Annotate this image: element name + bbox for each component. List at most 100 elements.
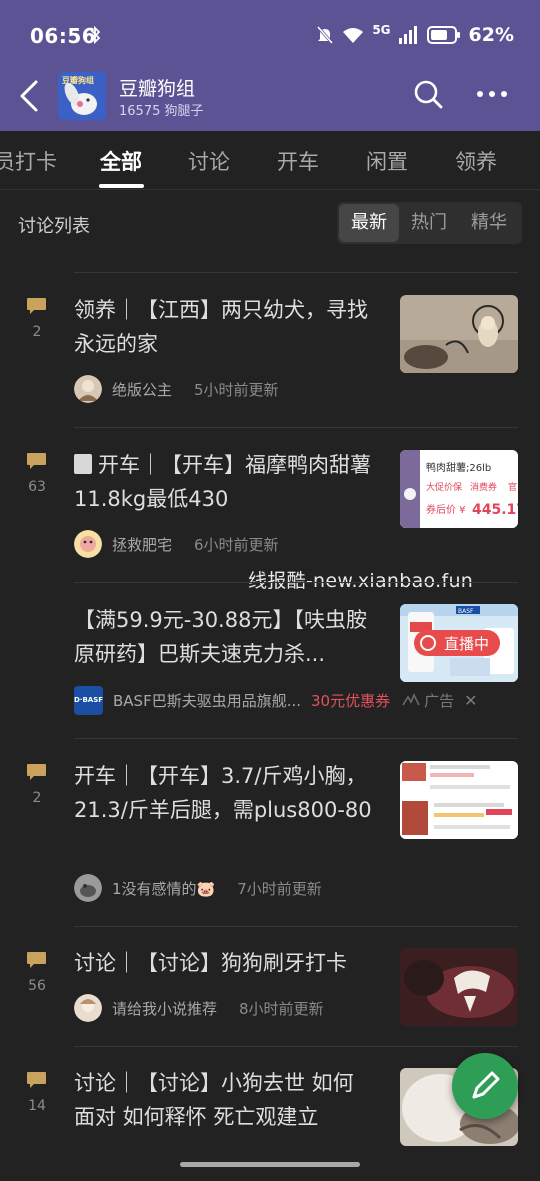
ad-close-icon[interactable]: ✕ [464,691,477,710]
tab-checkin[interactable]: 员打卡 [0,146,57,176]
status-bar: 06:56 5G 62% [0,0,540,72]
post-meta: 拯救肥宅 6小时前更新 [74,529,279,559]
post-title[interactable]: 讨论｜【讨论】小狗去世 如何面对 如何释怀 死亡观建立 [74,1066,374,1134]
watermark: 线报酷-new.xianbao.fun [248,570,474,592]
comment-count: 2 [32,790,42,806]
sort-segmented-control: 最新 热门 精华 [337,202,522,244]
promo-price-label: 券后价 ¥ [426,503,466,516]
signal-icon [398,26,417,44]
member-count: 16575 狗腿子 [119,104,204,119]
post-time: 5小时前更新 [194,380,279,399]
post-meta: 请给我小说推荐 8小时前更新 [74,993,324,1023]
ad-coupon[interactable]: 30元优惠券 [311,690,390,711]
promo-tag-1: 大促价保 [426,481,462,493]
comment-count: 56 [28,978,46,994]
post-title[interactable]: 开车｜【开车】3.7/斤鸡小胸，21.3/斤羊后腿，需plus800-80 [74,759,374,827]
status-right: 5G 62% [316,23,514,46]
user-avatar[interactable] [74,375,102,403]
post-time: 8小时前更新 [239,999,324,1018]
bluetooth-icon [90,26,101,44]
document-icon [74,454,92,474]
sort-latest[interactable]: 最新 [339,204,399,242]
sort-featured[interactable]: 精华 [459,202,519,244]
promo-tag-3: 官 [508,481,517,493]
comment-count: 63 [28,479,46,495]
live-text: 直播中 [444,634,490,653]
product-promo-image: 鸭肉甜薯;26lb 大促价保 消费券 官 券后价 ¥ 445.17 [400,450,518,528]
post-time: 6小时前更新 [194,535,279,554]
post-thumbnail[interactable]: 鸭肉甜薯;26lb 大促价保 消费券 官 券后价 ¥ 445.17 [400,450,518,528]
post-title[interactable]: 领养｜【江西】两只幼犬，寻找永远的家 [74,293,374,361]
group-avatar[interactable]: 豆瓣狗组 [58,72,106,120]
comment-icon [27,764,46,780]
post-meta: 1没有感情的🐷 7小时前更新 [74,873,322,903]
comment-count: 14 [28,1098,46,1114]
tab-all[interactable]: 全部 [100,146,142,176]
home-indicator[interactable] [180,1162,360,1167]
tab-adoption[interactable]: 领养 [455,146,497,176]
comment-count: 2 [32,324,42,340]
list-header: 讨论列表 最新 热门 精华 [0,190,540,256]
list-title: 讨论列表 [18,216,90,237]
puppies-photo [400,295,518,373]
comment-icon [27,952,46,968]
product-list-image [400,761,518,839]
network-label: 5G [372,23,391,37]
post-meta: 绝版公主 5小时前更新 [74,374,279,404]
comment-icon [27,1072,46,1088]
group-header: 豆瓣狗组 豆瓣狗组 16575 狗腿子 [0,68,540,126]
divider [74,272,518,273]
ad-label: 广告 [424,691,455,710]
ad-source-icon [402,693,420,706]
user-avatar[interactable] [74,994,102,1022]
pencil-icon [472,1071,500,1099]
more-options-icon[interactable] [472,78,512,110]
comment-icon [27,453,46,469]
post-author[interactable]: 拯救肥宅 [112,534,172,555]
battery-level: 62% [468,24,514,46]
post-title-text: 开车｜【开车】福摩鸭肉甜薯11.8kg最低430 [74,453,371,511]
post-title[interactable]: 讨论｜【讨论】狗狗刷牙打卡 [74,946,374,980]
post-thumbnail[interactable] [400,295,518,373]
dog-logo-icon [64,82,97,115]
live-badge: 直播中 [414,630,500,656]
promo-tag-2: 消费券 [470,481,497,493]
post-author[interactable]: 1没有感情的🐷 [112,878,215,899]
divider [74,427,518,428]
category-tabs: 员打卡 全部 讨论 开车 闲置 领养 [0,131,540,190]
ad-brand-text: BASF [458,608,474,615]
battery-icon [426,26,460,44]
divider [74,926,518,927]
mute-icon [317,26,334,44]
divider [74,1046,518,1047]
new-post-button[interactable] [452,1053,518,1119]
post-thumbnail[interactable] [400,948,518,1026]
tab-secondhand[interactable]: 闲置 [366,146,408,176]
dog-teeth-photo [400,948,518,1026]
post-title[interactable]: 开车｜【开车】福摩鸭肉甜薯11.8kg最低430 [74,448,374,516]
active-tab-indicator [99,184,144,188]
post-time: 7小时前更新 [237,879,322,898]
promo-title: 鸭肉甜薯;26lb [426,461,491,474]
tab-deals[interactable]: 开车 [277,146,319,176]
status-time: 06:56 [30,24,97,48]
promo-price: 445.17 [472,502,518,518]
search-icon[interactable] [412,78,444,110]
ad-title[interactable]: 【满59.9元-30.88元】【呋虫胺原研药】巴斯夫速克力杀... [74,603,374,671]
shop-logo[interactable]: D·BASF [74,685,103,715]
post-author[interactable]: 绝版公主 [112,379,172,400]
wifi-icon [343,28,364,43]
ad-shop-name[interactable]: BASF巴斯夫驱虫用品旗舰... [113,690,301,711]
tab-discussion[interactable]: 讨论 [188,146,230,176]
divider [74,738,518,739]
back-arrow-icon[interactable] [14,74,50,118]
user-avatar[interactable] [74,530,102,558]
divider [74,582,518,583]
sort-hot[interactable]: 热门 [399,202,459,244]
post-author[interactable]: 请给我小说推荐 [112,998,217,1019]
ad-thumbnail[interactable]: BASF 直播中 [400,604,518,682]
ad-meta: D·BASF BASF巴斯夫驱虫用品旗舰... 30元优惠券 广告 ✕ [74,685,514,715]
user-avatar[interactable] [74,874,102,902]
post-thumbnail[interactable] [400,761,518,839]
live-icon [420,635,436,651]
